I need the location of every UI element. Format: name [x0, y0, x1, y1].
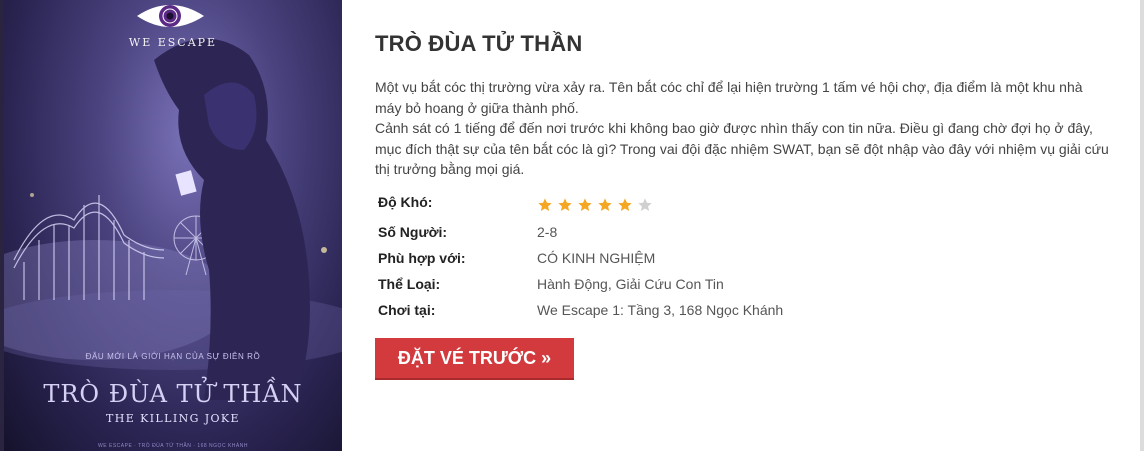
suitable-label: Phù hợp với: [378, 250, 466, 266]
star-filled-icon [538, 198, 552, 211]
players-value: 2-8 [537, 224, 558, 240]
poster-tagline: ĐÂU MỚI LÀ GIỚI HẠN CỦA SỰ ĐIÊN RỒ [85, 352, 261, 361]
star-empty-icon [638, 198, 652, 211]
star-filled-icon [598, 198, 612, 211]
info-row-genre: Thể Loại: Hành Động, Giải Cứu Con Tin [375, 276, 1115, 296]
star-filled-icon [618, 198, 632, 211]
suitable-value: CÓ KINH NGHIỆM [537, 250, 656, 266]
game-title: TRÒ ĐÙA TỬ THẦN [375, 31, 583, 56]
star-filled-icon [578, 198, 592, 211]
game-poster: WE ESCAPE ĐÂU MỚI LÀ GIỚI HẠN CỦA SỰ ĐIÊ… [4, 0, 342, 451]
info-row-suitable: Phù hợp với: CÓ KINH NGHIỆM [375, 250, 1115, 270]
poster-footer: WE ESCAPE · TRÒ ĐÙA TỬ THẦN · 168 NGỌC K… [98, 443, 248, 449]
description-paragraph: Một vụ bắt cóc thị trường vừa xảy ra. Tê… [375, 79, 1083, 116]
poster-subtitle: THE KILLING JOKE [106, 412, 240, 425]
info-row-difficulty: Độ Khó: [375, 194, 1115, 214]
genre-value: Hành Động, Giải Cứu Con Tin [537, 276, 724, 292]
genre-label: Thể Loại: [378, 276, 441, 292]
poster-title: TRÒ ĐÙA TỬ THẦN [43, 380, 303, 408]
difficulty-stars [537, 197, 657, 213]
right-edge-strip [1140, 0, 1144, 451]
info-row-players: Số Người: 2-8 [375, 224, 1115, 244]
game-description: Một vụ bắt cóc thị trường vừa xảy ra. Tê… [375, 77, 1110, 180]
location-label: Chơi tại: [378, 302, 436, 318]
we-escape-logo [137, 5, 204, 27]
info-row-location: Chơi tại: We Escape 1: Tầng 3, 168 Ngọc … [375, 302, 1115, 322]
book-now-button[interactable]: ĐẶT VÉ TRƯỚC » [375, 338, 574, 378]
star-filled-icon [558, 198, 572, 211]
description-paragraph: Cảnh sát có 1 tiếng để đến nơi trước khi… [375, 120, 1109, 177]
players-label: Số Người: [378, 224, 448, 240]
card-art [175, 170, 197, 196]
difficulty-label: Độ Khó: [378, 194, 433, 210]
location-value: We Escape 1: Tầng 3, 168 Ngọc Khánh [537, 302, 784, 318]
poster-logo-text: WE ESCAPE [128, 36, 218, 49]
